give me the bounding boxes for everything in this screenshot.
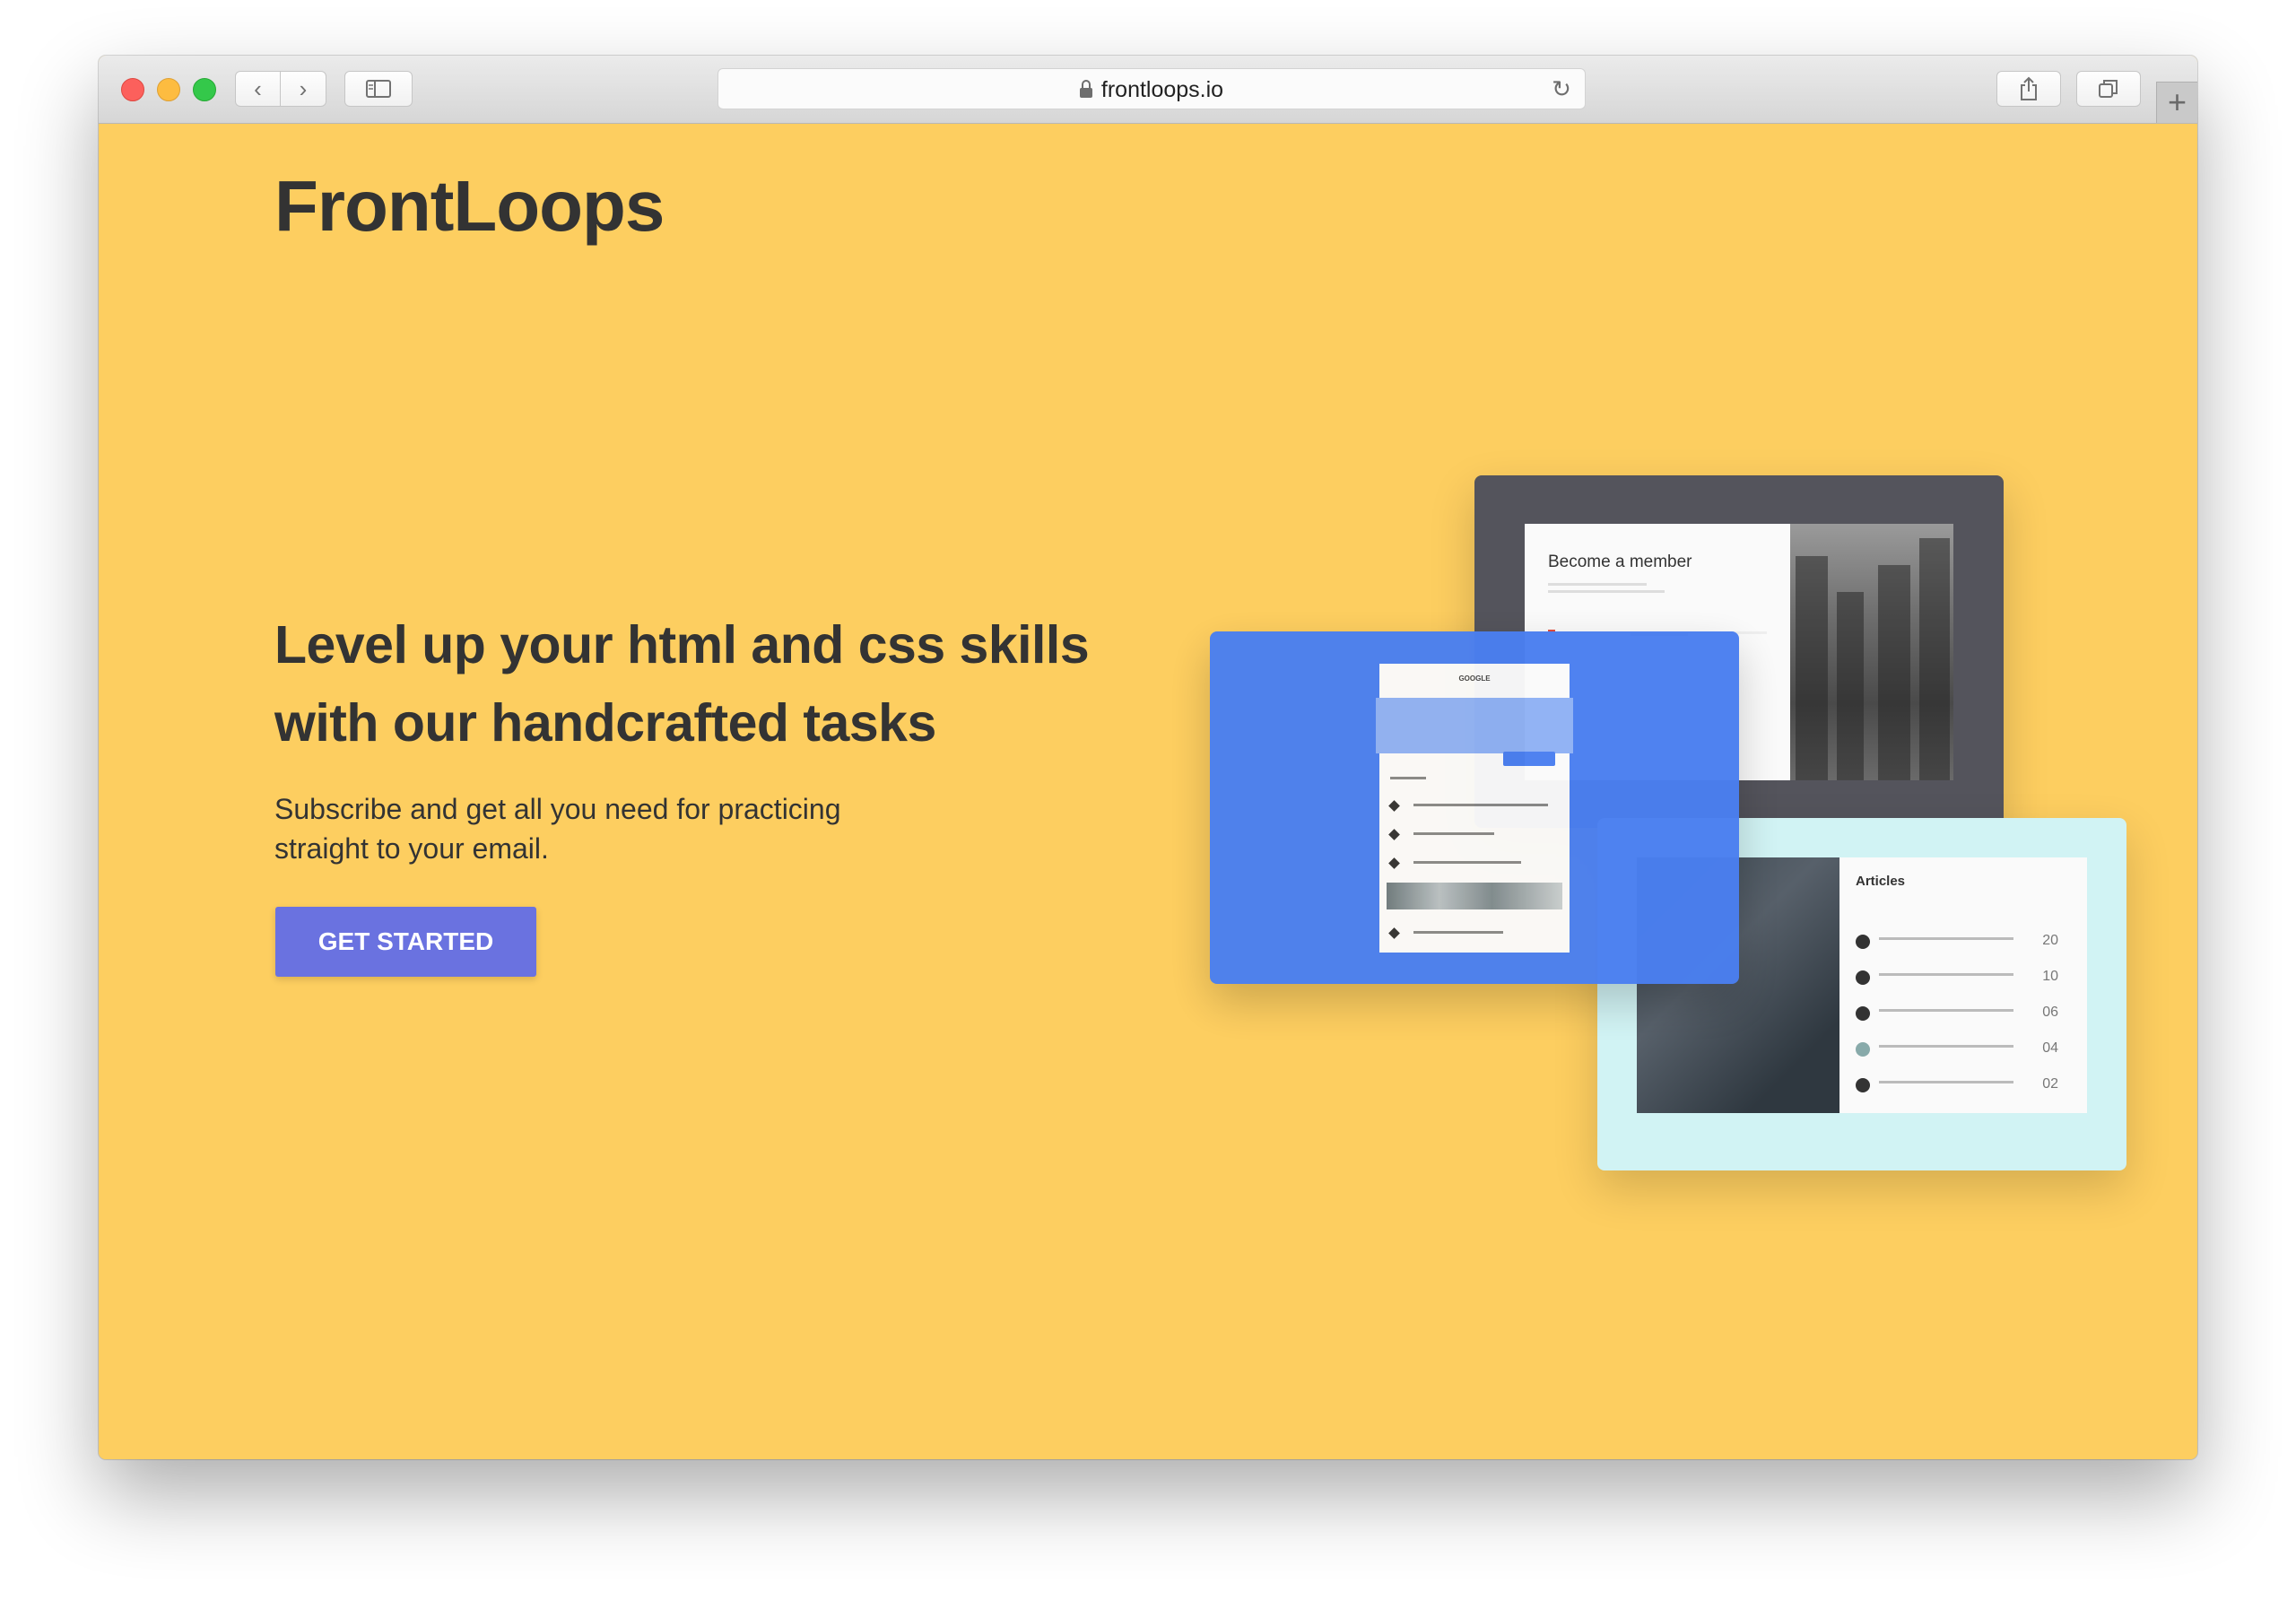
placeholder-line [1413,804,1548,806]
share-button[interactable] [1996,71,2061,107]
get-started-button[interactable]: GET STARTED [275,907,536,977]
hero-subtext: Subscribe and get all you need for pract… [274,789,902,868]
article-avatar [1856,1078,1870,1092]
page-content: FrontLoops Level up your html and css sk… [99,124,2197,1459]
minimize-window-button[interactable] [157,78,180,101]
navigation-buttons: ‹ › [235,71,326,107]
direction-icon [1388,829,1400,840]
building-shape [1878,565,1910,780]
direction-icon [1388,857,1400,869]
route-summary [1376,698,1573,753]
reload-icon[interactable]: ↻ [1551,77,1572,100]
sidebar-button[interactable] [344,71,413,107]
article-date: 10 [2042,969,2058,984]
article-avatar [1856,1042,1870,1057]
map-title: GOOGLE [1458,674,1491,683]
address-bar[interactable]: frontloops.io ↻ [718,68,1586,109]
share-icon [2021,76,2037,100]
open-map-chip [1503,752,1555,766]
placeholder-line [1413,931,1503,934]
chevron-right-icon: › [299,74,308,102]
preview-card-directions: GOOGLE [1210,631,1739,984]
article-row: 20 [1856,933,2071,951]
building-shape [1837,592,1864,780]
placeholder-line [1879,937,2013,940]
maximize-window-button[interactable] [193,78,216,101]
subtext-line-2: straight to your email. [274,832,549,865]
article-row: 10 [1856,969,2071,987]
hero-headline: Level up your html and css skills with o… [274,606,1171,762]
building-shape [1919,538,1950,780]
phone-header: GOOGLE [1379,664,1570,696]
url-text: frontloops.io [1100,77,1224,102]
plus-icon: + [2167,83,2187,120]
browser-window: ‹ › frontloops.io ↻ + FrontLoops Level u… [99,56,2197,1459]
close-window-button[interactable] [121,78,144,101]
browser-toolbar: ‹ › frontloops.io ↻ + [99,56,2197,124]
route-step [1388,924,1561,944]
article-date: 20 [2042,933,2058,948]
route-step [1388,854,1561,874]
city-street-image [1790,524,1953,780]
placeholder-line [1413,861,1521,864]
article-row: 04 [1856,1040,2071,1058]
member-title: Become a member [1548,553,1692,571]
building-shape [1796,556,1828,780]
tabs-button[interactable] [2076,71,2141,107]
articles-title: Articles [1856,874,1906,889]
route-step [1388,796,1561,816]
phone-preview: GOOGLE [1376,664,1573,953]
placeholder-line [1879,1081,2013,1083]
article-date: 06 [2042,1005,2058,1020]
placeholder-line [1879,1045,2013,1048]
lock-icon [1079,80,1092,98]
subtext-line-1: Subscribe and get all you need for pract… [274,793,841,825]
back-button[interactable]: ‹ [235,71,281,107]
placeholder-line [1879,973,2013,976]
direction-icon [1388,800,1400,812]
placeholder-line [1548,583,1647,586]
article-row: 06 [1856,1005,2071,1022]
article-avatar [1856,935,1870,949]
article-date: 02 [2042,1076,2058,1092]
route-step [1390,770,1561,789]
articles-list-preview: Articles 20 10 06 04 02 [1839,857,2087,1113]
forward-button[interactable]: › [280,71,326,107]
new-tab-button[interactable]: + [2156,82,2197,123]
tabs-icon [2099,80,2118,98]
article-avatar [1856,970,1870,985]
placeholder-line [1390,777,1426,779]
site-logo[interactable]: FrontLoops [274,165,665,248]
sidebar-icon [366,80,391,98]
route-step [1388,825,1561,845]
article-date: 04 [2042,1040,2058,1056]
chevron-left-icon: ‹ [254,74,262,102]
street-image [1387,883,1562,909]
placeholder-line [1879,1009,2013,1012]
article-avatar [1856,1006,1870,1021]
placeholder-line [1413,832,1494,835]
headline-line-1: Level up your html and css skills [274,615,1090,674]
placeholder-line [1548,590,1665,593]
direction-icon [1388,927,1400,939]
article-row: 02 [1856,1076,2071,1094]
headline-line-2: with our handcrafted tasks [274,693,936,753]
address-display: frontloops.io [718,69,1585,110]
